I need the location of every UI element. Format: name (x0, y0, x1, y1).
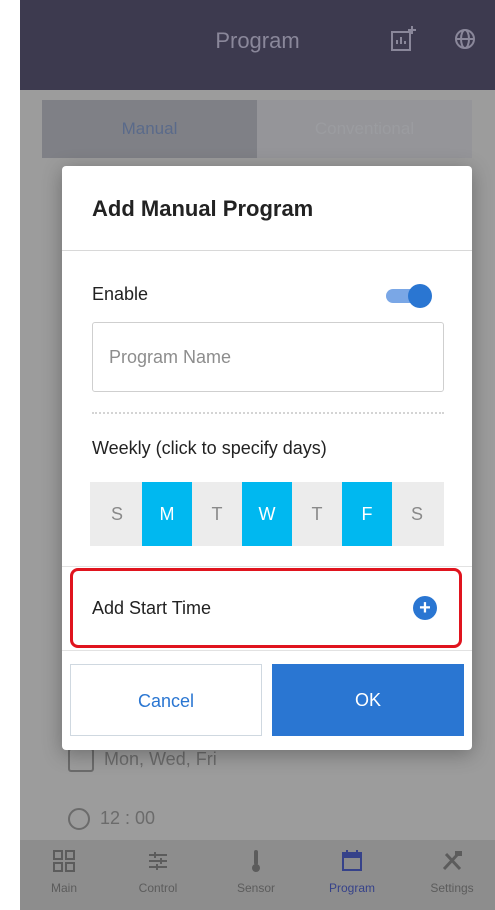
toggle-knob (408, 284, 432, 308)
divider (62, 566, 472, 567)
nav-item-sensor[interactable]: Sensor (216, 848, 296, 895)
calendar-icon (68, 748, 94, 772)
day-thursday[interactable]: T (292, 482, 342, 546)
add-chart-icon[interactable] (388, 24, 418, 54)
program-days-text: Mon, Wed, Fri (104, 748, 217, 769)
nav-item-settings[interactable]: Settings (412, 848, 492, 895)
nav-label-settings: Settings (430, 881, 474, 895)
add-start-time-label[interactable]: Add Start Time (92, 598, 211, 619)
day-friday[interactable]: F (342, 482, 392, 546)
tools-icon (442, 851, 462, 871)
divider (62, 650, 472, 651)
day-sunday[interactable]: S (92, 482, 142, 546)
calendar-icon (342, 850, 362, 871)
dialog-title: Add Manual Program (92, 196, 314, 221)
program-tabs: Manual Conventional (42, 100, 472, 158)
plus-circle-icon[interactable]: + (413, 596, 437, 620)
nav-item-main[interactable]: Main (24, 848, 104, 895)
day-tuesday[interactable]: T (192, 482, 242, 546)
add-manual-program-dialog: Add Manual Program Enable Weekly (click … (62, 166, 472, 750)
program-time-text: 12 : 00 (100, 808, 156, 828)
globe-icon[interactable] (450, 24, 480, 54)
tab-conventional[interactable]: Conventional (257, 100, 472, 158)
nav-label-main: Main (50, 881, 77, 895)
thermometer-icon (252, 850, 260, 872)
program-name-input[interactable] (92, 322, 444, 392)
nav-label-sensor: Sensor (236, 881, 276, 895)
nav-item-control[interactable]: Control (118, 848, 198, 895)
bottom-nav: Main Control Sensor Program Settings (20, 840, 495, 910)
weekday-selector: S M T W T F S (90, 482, 444, 546)
grid-icon (53, 850, 75, 872)
day-saturday[interactable]: S (392, 482, 442, 546)
day-monday[interactable]: M (142, 482, 192, 546)
program-days-row: Mon, Wed, Fri (68, 748, 448, 792)
weekly-label: Weekly (click to specify days) (92, 438, 327, 458)
enable-label: Enable (92, 284, 149, 304)
ok-button[interactable]: OK (272, 664, 464, 736)
dotted-divider (92, 412, 444, 414)
page-title: Program (215, 28, 300, 53)
nav-label-control: Control (138, 881, 178, 895)
clock-icon (68, 808, 90, 831)
nav-item-program[interactable]: Program (312, 848, 392, 895)
cancel-button[interactable]: Cancel (70, 664, 262, 736)
divider (62, 250, 472, 251)
day-wednesday[interactable]: W (242, 482, 292, 546)
tab-manual[interactable]: Manual (42, 100, 257, 158)
enable-toggle[interactable] (386, 284, 432, 308)
top-bar: Program (20, 0, 495, 90)
nav-label-program: Program (328, 881, 375, 895)
sliders-icon (149, 852, 167, 870)
